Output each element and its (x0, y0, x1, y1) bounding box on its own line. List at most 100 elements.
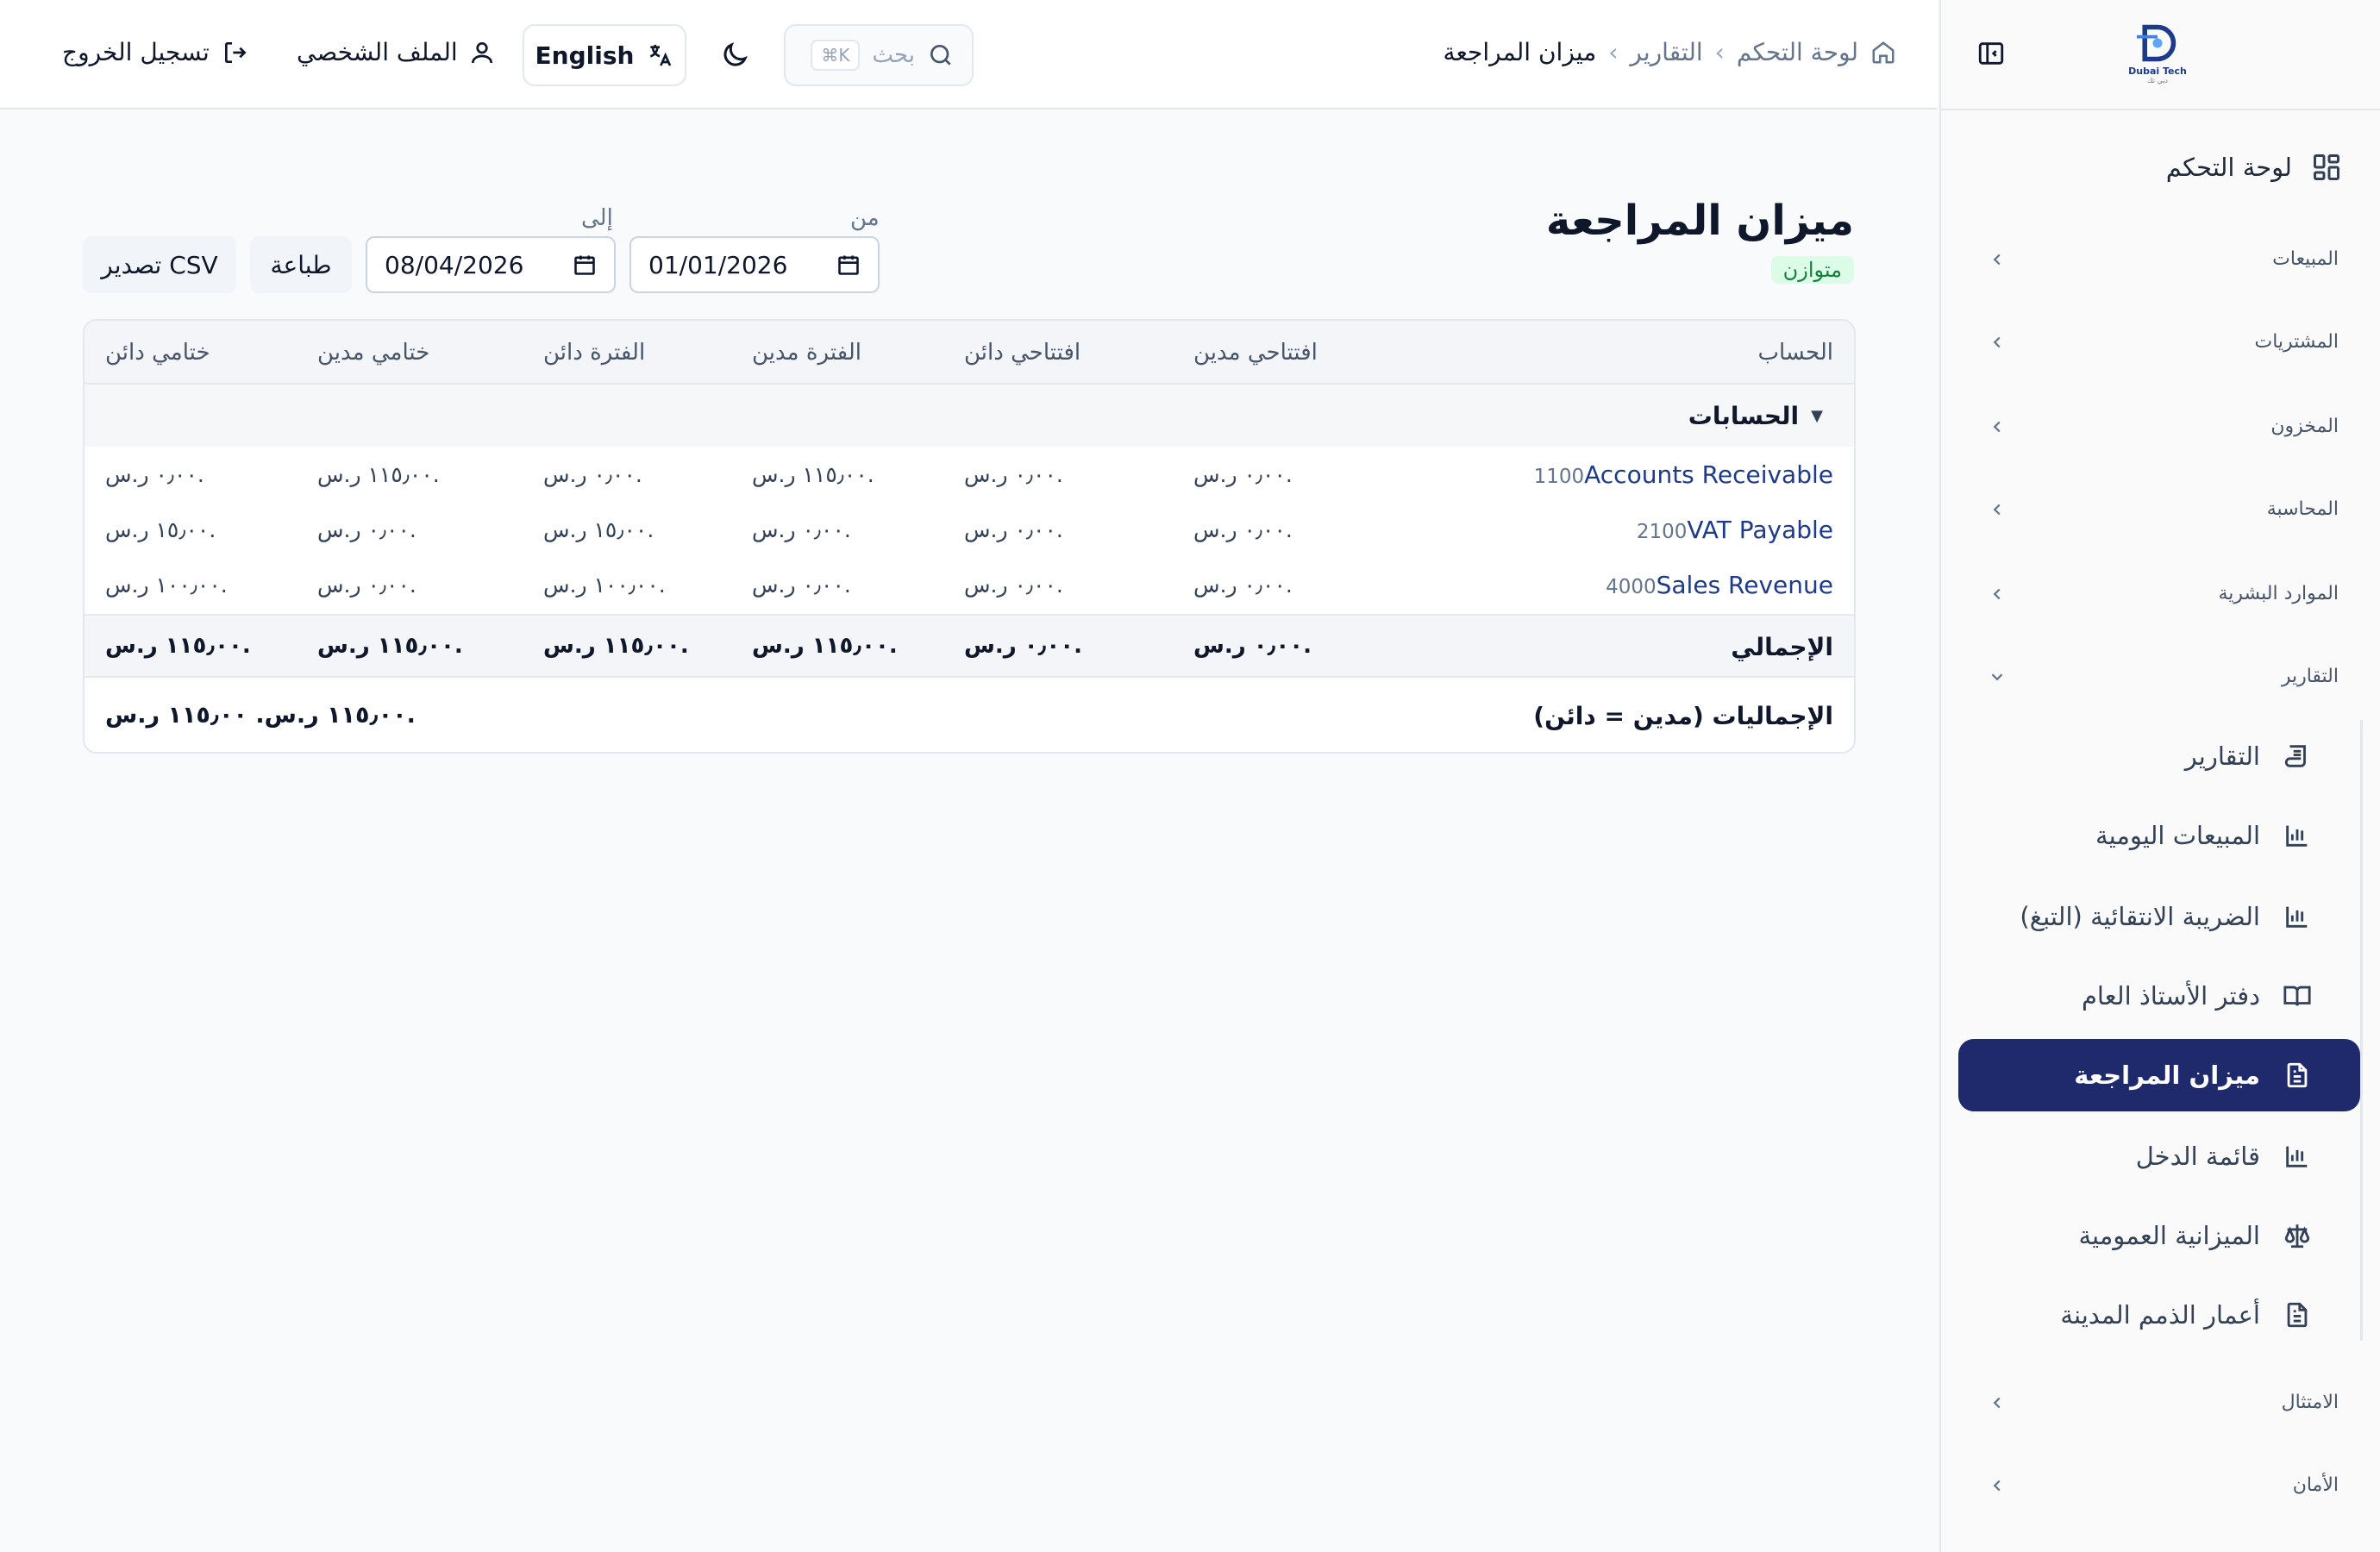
cell-period-debit: ١١٥٫٠٠ ر.س. (752, 462, 874, 487)
grand-totals-value: ١١٥٫٠٠ ر.س. ١١٥٫٠٠ ر.س. (105, 702, 416, 729)
cell-closing-debit: ٠٫٠٠ ر.س. (317, 517, 416, 542)
total-period-credit: ١١٥٫٠٠ ر.س. (543, 633, 689, 659)
sidebar-group-label: المحاسبة (2266, 498, 2339, 520)
chevron-down-icon (1988, 667, 2007, 686)
breadcrumb-current: ميزان المراجعة (1443, 38, 1597, 66)
sidebar-group-accounting[interactable]: المحاسبة (1988, 498, 2339, 520)
sidebar-group-label: التقارير (2281, 666, 2339, 687)
home-icon[interactable] (1870, 40, 1896, 66)
logout-label: تسجيل الخروج (62, 38, 210, 66)
caret-down-icon: ▼ (1811, 407, 1823, 425)
total-period-debit: ١١٥٫٠٠ ر.س. (752, 633, 898, 659)
col-period-debit: الفترة مدين (752, 340, 861, 366)
from-date-input[interactable]: 01/01/2026 (629, 236, 880, 293)
user-icon (468, 39, 496, 66)
breadcrumb: لوحة التحكم ‹ التقارير ‹ ميزان المراجعة (1444, 38, 1896, 66)
search-placeholder: بحث (872, 42, 915, 68)
total-row: الإجمالي ٠٫٠٠ ر.س. ٠٫٠٠ ر.س. ١١٥٫٠٠ ر.س.… (85, 614, 1854, 678)
sidebar-item-label: المبيعات اليومية (2095, 821, 2260, 850)
cell-opening-credit: ٠٫٠٠ ر.س. (964, 517, 1063, 542)
account-code: 4000 (1606, 576, 1657, 598)
page-title: ميزان المراجعة (1545, 197, 1854, 245)
sidebar-item-income-statement[interactable]: قائمة الدخل (1958, 1120, 2360, 1192)
total-label: الإجمالي (1731, 633, 1833, 661)
logo-mark-icon (2137, 24, 2176, 62)
chevron-left-icon (1988, 500, 2007, 519)
sidebar-group-security[interactable]: الأمان (1988, 1474, 2339, 1496)
col-period-credit: الفترة دائن (543, 340, 646, 366)
bar-chart-icon (2283, 821, 2312, 850)
chevron-left-icon (1988, 585, 2007, 604)
sidebar-item-ar-aging[interactable]: أعمار الذمم المدينة (1958, 1279, 2360, 1351)
sidebar-item-label: أعمار الذمم المدينة (2060, 1300, 2260, 1330)
cell-opening-debit: ٠٫٠٠ ر.س. (1193, 573, 1293, 598)
moon-icon[interactable] (719, 40, 750, 71)
logo-text: Dubai Tech (2128, 66, 2187, 77)
scale-icon (2283, 1221, 2312, 1250)
cell-opening-debit: ٠٫٠٠ ر.س. (1193, 462, 1293, 487)
search-input[interactable]: بحث ⌘K (784, 24, 974, 86)
reports-submenu: التقارير المبيعات اليومية الضريبة الانتق… (1958, 720, 2363, 1341)
sidebar-group-hr[interactable]: الموارد البشرية (1988, 583, 2339, 604)
from-date-value: 01/01/2026 (648, 250, 788, 279)
breadcrumb-separator: ‹ (1608, 38, 1619, 66)
sidebar-item-dashboard[interactable]: لوحة التحكم (2166, 152, 2342, 183)
sidebar-item-balance-sheet[interactable]: الميزانية العمومية (1958, 1199, 2360, 1272)
sidebar-group-inventory[interactable]: المخزون (1988, 416, 2339, 437)
sidebar-group-reports[interactable]: التقارير (1988, 666, 2339, 687)
account-label: Sales Revenue (1656, 571, 1833, 599)
sidebar-item-excise-tax[interactable]: الضريبة الانتقائية (التبغ) (1958, 880, 2360, 953)
sidebar-item-label: التقارير (2184, 742, 2260, 771)
profile-link[interactable]: الملف الشخصي (297, 38, 496, 66)
chevron-left-icon (1988, 333, 2007, 352)
account-label: Accounts Receivable (1584, 460, 1833, 489)
breadcrumb-dashboard[interactable]: لوحة التحكم (1737, 38, 1858, 66)
company-logo[interactable]: Dubai Tech دبي تك (2128, 22, 2187, 84)
cell-closing-debit: ١١٥٫٠٠ ر.س. (317, 462, 440, 487)
cell-period-credit: ٠٫٠٠ ر.س. (543, 462, 642, 487)
language-button[interactable]: English (523, 24, 686, 86)
cell-closing-credit: ١٥٫٠٠ ر.س. (105, 517, 216, 542)
total-closing-debit: ١١٥٫٠٠ ر.س. (317, 633, 463, 659)
sidebar-item-label: الميزانية العمومية (2078, 1221, 2260, 1250)
sidebar-item-reports[interactable]: التقارير (1958, 720, 2360, 792)
language-label: English (535, 41, 635, 70)
sidebar-group-purchases[interactable]: المشتريات (1988, 331, 2339, 353)
translate-icon (646, 41, 673, 69)
total-closing-credit: ١١٥٫٠٠ ر.س. (105, 633, 251, 659)
sidebar-group-compliance[interactable]: الامتثال (1988, 1392, 2339, 1413)
book-icon (2283, 981, 2312, 1011)
sidebar-group-sales[interactable]: المبيعات (1988, 248, 2339, 270)
print-button[interactable]: طباعة (250, 236, 352, 293)
sidebar-divider (1941, 109, 2380, 110)
calendar-icon[interactable] (836, 253, 861, 277)
sidebar-toggle-icon[interactable] (1976, 38, 2007, 69)
cell-opening-credit: ٠٫٠٠ ر.س. (964, 573, 1063, 598)
account-group-row[interactable]: ▼ الحسابات (85, 385, 1854, 447)
cell-period-debit: ٠٫٠٠ ر.س. (752, 573, 851, 598)
grid-icon (2311, 152, 2342, 183)
calendar-icon[interactable] (573, 253, 597, 277)
cell-closing-debit: ٠٫٠٠ ر.س. (317, 573, 416, 598)
account-name[interactable]: 2100VAT Payable (1637, 516, 1833, 544)
sidebar-group-label: الموارد البشرية (2218, 583, 2339, 604)
account-group-toggle[interactable]: ▼ الحسابات (1688, 402, 1823, 430)
account-name[interactable]: 1100Accounts Receivable (1534, 460, 1833, 489)
account-name[interactable]: 4000Sales Revenue (1606, 571, 1833, 599)
chevron-left-icon (1988, 1393, 2007, 1412)
col-account: الحساب (1757, 340, 1833, 366)
grand-totals-row: الإجماليات (مدين = دائن) ١١٥٫٠٠ ر.س. ١١٥… (85, 678, 1854, 752)
trial-balance-table: الحساب افتتاحي مدين افتتاحي دائن الفترة … (83, 319, 1856, 754)
sidebar-item-general-ledger[interactable]: دفتر الأستاذ العام (1958, 960, 2360, 1032)
file-text-icon (2283, 1061, 2312, 1090)
to-date-input[interactable]: 08/04/2026 (366, 236, 616, 293)
export-csv-button[interactable]: تصدير CSV (83, 236, 236, 293)
breadcrumb-reports[interactable]: التقارير (1630, 38, 1702, 66)
chevron-left-icon (1988, 1476, 2007, 1495)
total-opening-debit: ٠٫٠٠ ر.س. (1193, 633, 1312, 659)
sidebar-item-trial-balance[interactable]: ميزان المراجعة (1958, 1039, 2360, 1111)
sidebar-item-daily-sales[interactable]: المبيعات اليومية (1958, 799, 2360, 872)
cell-period-credit: ١٠٠٫٠٠ ر.س. (543, 573, 666, 598)
logout-button[interactable]: تسجيل الخروج (62, 38, 249, 66)
file-text-icon (2283, 1300, 2312, 1330)
